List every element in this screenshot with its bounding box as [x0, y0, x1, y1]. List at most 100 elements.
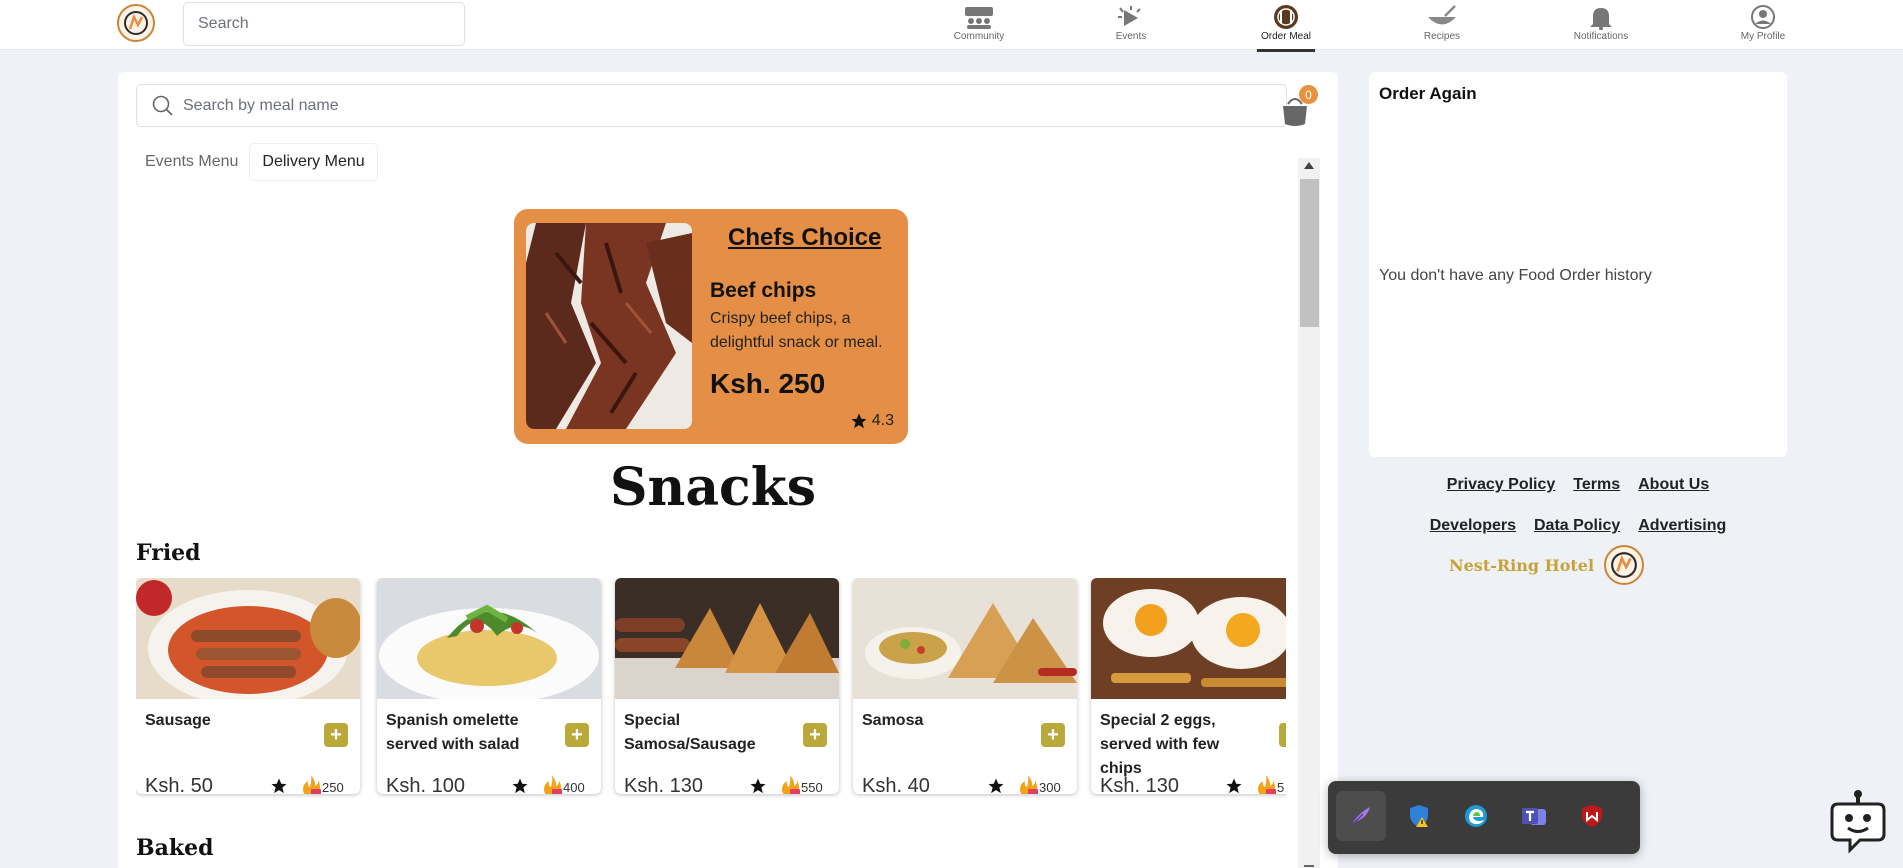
- scroll-thumb[interactable]: [1300, 179, 1319, 327]
- menu-item-card[interactable]: Sausage + Ksh. 50 250: [136, 578, 360, 794]
- nav-community[interactable]: Community: [934, 4, 1024, 50]
- nav-label: Notifications: [1573, 31, 1629, 42]
- meal-search-input[interactable]: [183, 96, 1263, 115]
- order-meal-icon: [1274, 5, 1298, 29]
- add-to-cart-button[interactable]: +: [324, 723, 348, 747]
- mcafee-shield-icon: [1582, 805, 1602, 827]
- star-icon: [512, 778, 528, 794]
- menu-panel: 0 Events Menu Delivery Menu Chefs Choice…: [118, 72, 1338, 868]
- order-history-empty-text: You don't have any Food Order history: [1379, 267, 1652, 284]
- add-to-cart-button[interactable]: +: [565, 723, 589, 747]
- chatbot-button[interactable]: [1830, 788, 1886, 854]
- feather-icon: [1351, 807, 1370, 826]
- star-icon: [851, 413, 867, 429]
- tab-events-menu[interactable]: Events Menu: [133, 144, 250, 180]
- taskbar-app-edge[interactable]: [1451, 791, 1501, 841]
- calories-flame-icon: [544, 775, 562, 794]
- logo-icon: [1611, 552, 1637, 578]
- bell-icon: [1590, 8, 1612, 30]
- item-price: Ksh. 40: [862, 775, 930, 794]
- menu-item-card[interactable]: Spanish omelette served with salad + Ksh…: [377, 578, 601, 794]
- about-us-link[interactable]: About Us: [1638, 476, 1709, 494]
- nav-notifications[interactable]: Notifications: [1556, 4, 1646, 50]
- logo-icon: [124, 11, 148, 35]
- data-policy-link[interactable]: Data Policy: [1534, 517, 1620, 535]
- order-again-panel: Order Again You don't have any Food Orde…: [1369, 72, 1787, 457]
- nav-label: Order Meal: [1260, 31, 1311, 42]
- nav-label: My Profile: [1740, 31, 1786, 42]
- menu-item-card[interactable]: Samosa + Ksh. 40 300: [853, 578, 1077, 794]
- calories-flame-icon: [1258, 775, 1276, 794]
- nav-my-profile[interactable]: My Profile: [1718, 4, 1808, 50]
- item-name: Spanish omelette served with salad: [386, 712, 520, 753]
- global-search-input[interactable]: [183, 2, 465, 46]
- cart-button[interactable]: 0: [1280, 82, 1320, 128]
- nav-recipes[interactable]: Recipes: [1397, 4, 1487, 50]
- footer-links-row-2: Developers Data Policy Advertising: [1369, 517, 1787, 535]
- fried-items-row: Sausage + Ksh. 50 250 Spanish omelette s…: [136, 578, 1286, 798]
- item-price: Ksh. 130: [624, 775, 703, 794]
- add-to-cart-button[interactable]: +: [1041, 723, 1065, 747]
- scroll-down-arrow[interactable]: [1304, 865, 1314, 867]
- cart-count-badge: 0: [1299, 85, 1318, 104]
- tab-delivery-menu[interactable]: Delivery Menu: [250, 144, 377, 180]
- menu-tabs: Events Menu Delivery Menu: [133, 144, 377, 180]
- recipes-icon: [1428, 5, 1456, 25]
- item-name: Special Samosa/Sausage: [624, 712, 756, 753]
- item-calories: 250: [322, 780, 344, 794]
- item-price: Ksh. 50: [145, 775, 213, 794]
- taskbar-app-feather[interactable]: [1336, 791, 1386, 841]
- menu-item-card[interactable]: Special 2 eggs, served with few chips + …: [1091, 578, 1286, 794]
- brand-name: Nest-Ring Hotel: [1449, 555, 1595, 575]
- taskbar-app-mcafee[interactable]: [1567, 791, 1617, 841]
- taskbar-overflow-popup: [1328, 781, 1640, 854]
- samosa-image: [853, 578, 1077, 699]
- robot-chat-icon: [1830, 790, 1886, 854]
- item-calories: 550: [801, 780, 823, 794]
- chefs-choice-description: Crispy beef chips, a delightful snack or…: [710, 310, 883, 351]
- star-icon: [1226, 778, 1242, 794]
- search-icon: [152, 95, 173, 116]
- taskbar-app-security[interactable]: [1394, 791, 1444, 841]
- meal-search-box[interactable]: [136, 84, 1287, 127]
- menu-item-card[interactable]: Special Samosa/Sausage + Ksh. 130 550: [615, 578, 839, 794]
- item-price: Ksh. 100: [386, 775, 465, 794]
- app-logo[interactable]: [117, 4, 155, 42]
- scroll-up-arrow[interactable]: [1304, 162, 1314, 169]
- item-name: Special 2 eggs, served with few chips: [1100, 712, 1220, 777]
- order-again-title: Order Again: [1379, 84, 1477, 103]
- community-icon: [965, 7, 993, 29]
- chefs-choice-card[interactable]: Chefs Choice Beef chips Crispy beef chip…: [514, 209, 908, 444]
- calories-flame-icon: [303, 775, 321, 794]
- item-calories: 400: [563, 780, 585, 794]
- nav-order-meal[interactable]: Order Meal: [1241, 4, 1331, 52]
- item-calories: 5: [1277, 780, 1285, 794]
- developers-link[interactable]: Developers: [1430, 517, 1516, 535]
- item-price: Ksh. 130: [1100, 775, 1179, 794]
- star-icon: [271, 778, 287, 794]
- nav-label: Recipes: [1423, 31, 1461, 42]
- teams-icon: [1522, 808, 1546, 825]
- advertising-link[interactable]: Advertising: [1638, 517, 1726, 535]
- terms-link[interactable]: Terms: [1573, 476, 1620, 494]
- item-calories: 300: [1039, 780, 1061, 794]
- spanish-omelette-image: [377, 578, 601, 704]
- calories-flame-icon: [1020, 775, 1038, 794]
- nav-label: Community: [953, 31, 1005, 42]
- add-to-cart-button[interactable]: +: [803, 723, 827, 747]
- profile-icon: [1751, 5, 1775, 29]
- star-icon: [750, 778, 766, 794]
- edge-browser-icon: [1465, 805, 1487, 827]
- item-name: Sausage: [145, 712, 211, 729]
- add-to-cart-button[interactable]: +: [1279, 723, 1286, 747]
- chefs-choice-title[interactable]: Chefs Choice: [728, 224, 881, 252]
- privacy-policy-link[interactable]: Privacy Policy: [1447, 476, 1556, 494]
- taskbar-app-teams[interactable]: [1509, 791, 1559, 841]
- rating-value: 4.3: [871, 412, 894, 429]
- star-icon: [988, 778, 1004, 794]
- footer-brand: Nest-Ring Hotel: [1449, 545, 1645, 585]
- footer-links-row-1: Privacy Policy Terms About Us: [1369, 476, 1787, 494]
- nav-events[interactable]: Events: [1086, 4, 1176, 50]
- calories-flame-icon: [782, 775, 800, 794]
- beef-chips-image: [526, 223, 692, 429]
